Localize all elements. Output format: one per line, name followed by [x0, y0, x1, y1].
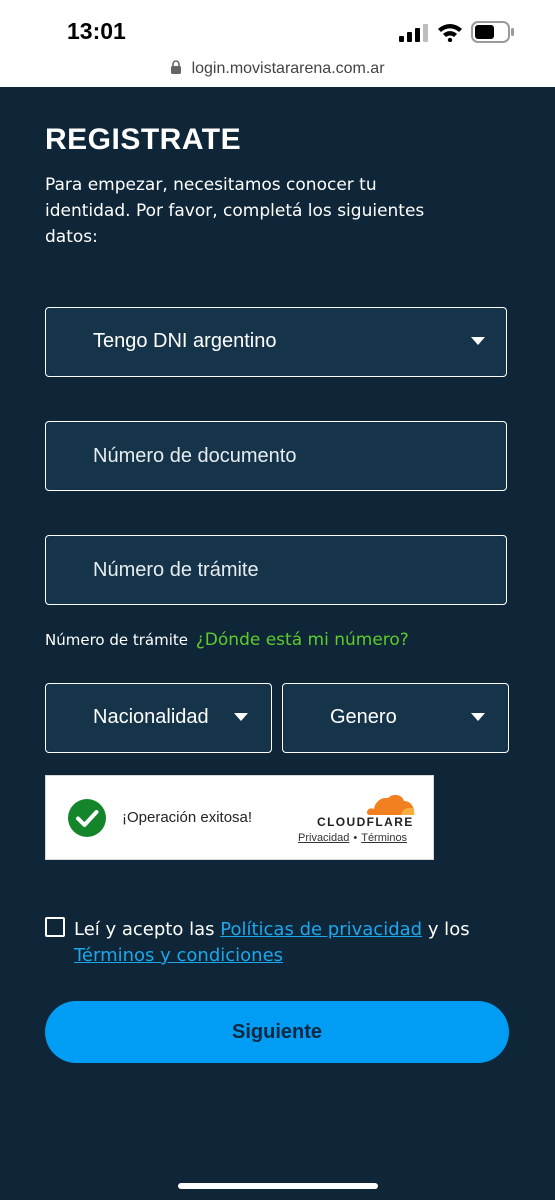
- gender-select[interactable]: Genero: [282, 683, 509, 753]
- caret-down-icon: [471, 337, 485, 345]
- terms-conditions-link[interactable]: Términos y condiciones: [74, 945, 283, 966]
- where-is-my-number-link[interactable]: ¿Dónde está mi número?: [196, 630, 409, 650]
- cellular-signal-icon: [399, 24, 428, 42]
- caret-down-icon: [234, 713, 248, 721]
- url-text: login.movistararena.com.ar: [191, 60, 385, 77]
- privacy-policy-link[interactable]: Políticas de privacidad: [220, 919, 422, 940]
- cloudflare-links: Privacidad • Términos: [298, 832, 407, 844]
- cloudflare-terms-link[interactable]: Términos: [361, 832, 407, 844]
- tramite-number-input[interactable]: [46, 536, 506, 604]
- consent-text: Leí y acepto las Políticas de privacidad…: [74, 917, 494, 969]
- lock-icon: [171, 60, 182, 74]
- battery-icon: [471, 21, 514, 43]
- nationality-value: Nacionalidad: [93, 706, 209, 728]
- document-number-field-box: [45, 421, 507, 491]
- cloudflare-cloud-icon: [366, 794, 415, 815]
- cloudflare-privacy-link[interactable]: Privacidad: [298, 832, 349, 844]
- next-button[interactable]: Siguiente: [45, 1001, 509, 1063]
- gender-value: Genero: [330, 706, 397, 728]
- page-title: REGISTRATE: [45, 123, 242, 156]
- link-separator: •: [353, 832, 358, 844]
- tramite-help-label: Número de trámite: [45, 631, 188, 649]
- caret-down-icon: [471, 713, 485, 721]
- page-intro: Para empezar, necesitamos conocer tu ide…: [45, 175, 425, 247]
- consent-middle: y los: [427, 919, 470, 940]
- home-indicator[interactable]: [178, 1183, 378, 1189]
- cloudflare-captcha-widget[interactable]: ¡Operación exitosa! CLOUDFLARE Privacida…: [45, 775, 434, 860]
- wifi-icon: [438, 24, 462, 42]
- check-circle-icon: [68, 799, 106, 837]
- document-type-select[interactable]: Tengo DNI argentino: [45, 307, 507, 377]
- document-type-value: Tengo DNI argentino: [93, 330, 277, 352]
- status-bar: 13:01: [0, 0, 555, 58]
- tramite-help-row: Número de trámite ¿Dónde está mi número?: [45, 630, 409, 650]
- consent-checkbox[interactable]: [45, 917, 65, 937]
- status-time: 13:01: [67, 18, 126, 44]
- nationality-select[interactable]: Nacionalidad: [45, 683, 272, 753]
- address-bar[interactable]: login.movistararena.com.ar: [0, 58, 555, 87]
- captcha-status-text: ¡Operación exitosa!: [122, 809, 253, 826]
- consent-prefix: Leí y acepto las: [74, 919, 215, 940]
- document-number-input[interactable]: [46, 422, 506, 490]
- cloudflare-brand: CLOUDFLARE: [317, 815, 414, 829]
- tramite-number-field-box: [45, 535, 507, 605]
